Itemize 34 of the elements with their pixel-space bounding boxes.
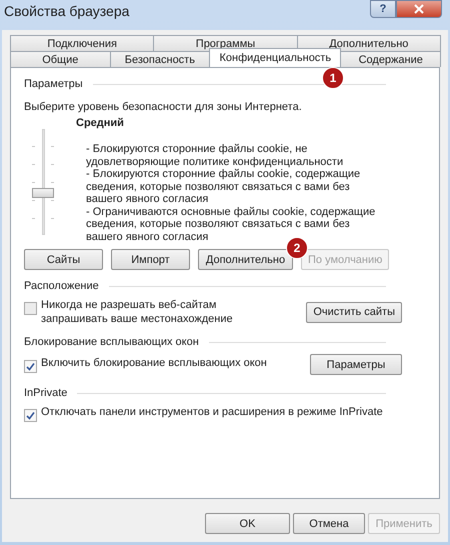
- level-name: Средний: [76, 117, 125, 129]
- section-title: Расположение: [24, 280, 99, 292]
- level-description: - Блокируются сторонние файлы cookie, содержащие сведения, которые позволяют связаться с вами без вашего явного согласия: [85, 168, 362, 206]
- tab[interactable]: Дополнительно: [296, 35, 441, 51]
- section-title: Параметры: [24, 78, 83, 90]
- checkbox[interactable]: [24, 302, 37, 315]
- level-description: - Блокируются сторонние файлы cookie, не удовлетворяющие политике конфиденциальности: [85, 143, 344, 168]
- section-title: InPrivate: [24, 387, 68, 399]
- slider-thumb[interactable]: [32, 188, 54, 198]
- close-icon: [414, 4, 424, 14]
- tab[interactable]: Общие: [10, 51, 111, 67]
- dialog-button[interactable]: Параметры: [310, 354, 402, 375]
- checkbox-label: Включить блокирование всплывающих окон: [41, 356, 267, 370]
- tab[interactable]: Безопасность: [110, 51, 210, 67]
- tab[interactable]: Конфиденциальность: [209, 48, 342, 67]
- section-title: Блокирование всплывающих окон: [24, 336, 199, 348]
- checkbox[interactable]: [24, 360, 37, 373]
- security-slider[interactable]: [32, 129, 54, 235]
- checkbox-label: Никогда не разрешать веб-сайтам запрашивать ваше местонахождение: [41, 298, 234, 326]
- help-button[interactable]: ?: [370, 0, 396, 18]
- dialog-button[interactable]: Импорт: [111, 249, 190, 270]
- tab[interactable]: Подключения: [10, 35, 154, 51]
- dialog-button[interactable]: Дополнительно: [198, 249, 293, 270]
- dialog-button[interactable]: Отмена: [293, 513, 365, 534]
- dialog-button[interactable]: OK: [205, 513, 290, 534]
- close-button[interactable]: [396, 0, 442, 18]
- tab[interactable]: Содержание: [340, 51, 442, 67]
- checkbox-label: Отключать панели инструментов и расширения в режиме InPrivate: [41, 405, 383, 419]
- callout-badge: 2: [286, 237, 308, 259]
- dialog-button[interactable]: Сайты: [24, 249, 103, 270]
- checkbox[interactable]: [24, 409, 37, 422]
- dialog-button[interactable]: Очистить сайты: [306, 302, 402, 322]
- window-title: Свойства браузера: [4, 3, 130, 19]
- instruction-text: Выберите уровень безопасности для зоны Интернета.: [24, 101, 303, 113]
